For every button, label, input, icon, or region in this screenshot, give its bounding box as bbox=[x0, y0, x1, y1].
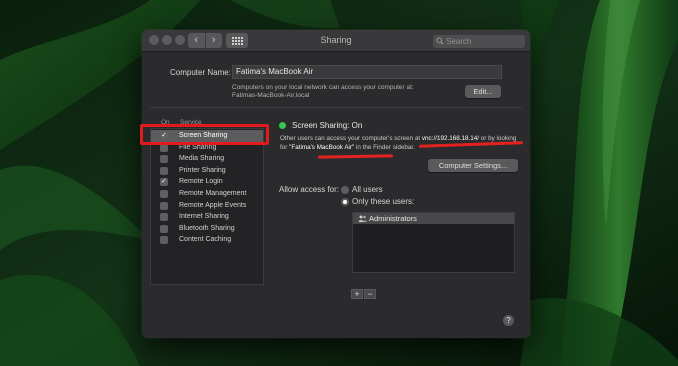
service-checkbox[interactable] bbox=[160, 213, 168, 222]
local-hostname-note-line1: Computers on your local network can acce… bbox=[232, 84, 414, 91]
service-item[interactable]: Media Sharing bbox=[151, 153, 263, 165]
vnc-address: vnc://192.168.18.14/ bbox=[421, 135, 479, 142]
service-label: Printer Sharing bbox=[179, 166, 226, 174]
description-text: in the Finder sidebar. bbox=[354, 144, 415, 151]
edit-hostname-button[interactable]: Edit... bbox=[465, 85, 501, 98]
service-label: Remote Management bbox=[179, 190, 247, 197]
search-icon bbox=[436, 37, 444, 45]
search-field[interactable]: Search bbox=[433, 35, 525, 48]
allow-access-label: Allow access for: bbox=[279, 185, 340, 194]
description-text: Other users can access your computer's s… bbox=[280, 135, 422, 142]
help-button[interactable]: ? bbox=[503, 315, 514, 326]
sharing-preferences-window: ‹ › Sharing Search Computer Name: Fatima… bbox=[142, 30, 530, 338]
user-group-name: Administrators bbox=[369, 214, 417, 223]
service-label: Remote Login bbox=[179, 178, 223, 186]
computer-name-label: Computer Name: bbox=[170, 68, 231, 77]
service-checkbox[interactable] bbox=[160, 201, 168, 210]
group-icon bbox=[358, 215, 367, 222]
computer-name-field[interactable]: Fatima's MacBook Air bbox=[232, 65, 502, 79]
search-placeholder: Search bbox=[446, 37, 472, 46]
service-item[interactable]: Printer Sharing bbox=[151, 165, 263, 177]
finder-name: "Fatima's MacBook Air" bbox=[289, 144, 355, 151]
service-label: Media Sharing bbox=[179, 155, 225, 163]
only-these-users-label: Only these users: bbox=[352, 197, 415, 206]
remove-user-button[interactable]: − bbox=[364, 289, 376, 299]
service-checkbox[interactable] bbox=[160, 236, 168, 245]
service-item[interactable]: Internet Sharing bbox=[151, 211, 263, 223]
local-hostname: Fatimas-MacBook-Air.local bbox=[232, 92, 310, 99]
add-user-button[interactable]: + bbox=[351, 289, 363, 299]
title-bar: ‹ › Sharing Search bbox=[142, 30, 530, 52]
screen-sharing-status: Screen Sharing: On bbox=[292, 121, 363, 130]
service-item[interactable]: Remote Apple Events bbox=[151, 200, 263, 212]
service-label: Content Caching bbox=[179, 236, 232, 244]
service-list: ✓ Screen Sharing File Sharing Media Sharing… bbox=[150, 128, 264, 285]
service-checkbox[interactable]: ✓ bbox=[160, 178, 168, 187]
service-item[interactable]: Content Caching bbox=[151, 234, 263, 246]
service-item[interactable]: ✓ Remote Login bbox=[151, 176, 263, 188]
users-list: Administrators bbox=[352, 212, 515, 273]
service-item[interactable]: Bluetooth Sharing bbox=[151, 223, 263, 235]
local-hostname-note: Computers on your local network can acce… bbox=[232, 84, 414, 100]
all-users-label: All users bbox=[352, 185, 383, 194]
all-users-radio[interactable] bbox=[341, 186, 349, 194]
service-checkbox[interactable] bbox=[160, 224, 168, 233]
service-label: Bluetooth Sharing bbox=[179, 224, 235, 232]
status-indicator bbox=[279, 122, 286, 129]
section-divider bbox=[150, 107, 522, 108]
service-checkbox[interactable] bbox=[160, 190, 168, 198]
users-list-item[interactable]: Administrators bbox=[353, 213, 514, 224]
computer-settings-button[interactable]: Computer Settings... bbox=[428, 159, 518, 172]
only-these-users-radio[interactable] bbox=[341, 198, 349, 206]
service-label: Remote Apple Events bbox=[179, 201, 247, 209]
service-item[interactable]: Remote Management bbox=[151, 188, 263, 200]
service-checkbox[interactable] bbox=[160, 155, 168, 164]
service-label: Internet Sharing bbox=[179, 213, 229, 221]
annotation-highlight-box bbox=[140, 124, 269, 145]
service-checkbox[interactable] bbox=[160, 166, 168, 175]
